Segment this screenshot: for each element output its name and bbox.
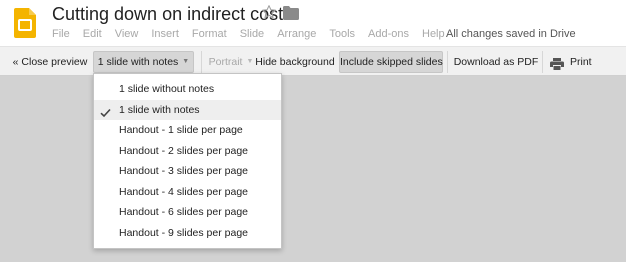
menu-option-label: Handout - 4 slides per page [119,185,248,198]
layout-dropdown-label: 1 slide with notes [97,56,179,68]
print-preview-toolbar: « Close preview 1 slide with notes ▼ Port… [0,46,626,76]
menu-tools[interactable]: Tools [329,27,355,41]
menu-option-handout-2[interactable]: Handout - 2 slides per page [94,141,281,162]
toolbar-divider [201,51,202,73]
menu-slide[interactable]: Slide [240,27,264,41]
orientation-dropdown-button[interactable]: Portrait ▼ [208,51,254,73]
close-preview-button[interactable]: « Close preview [10,51,90,73]
menu-add-ons[interactable]: Add-ons [368,27,409,41]
menu-option-label: Handout - 9 slides per page [119,226,248,239]
menu-option-label: Handout - 6 slides per page [119,206,248,218]
menu-option-handout-3[interactable]: Handout - 3 slides per page [94,161,281,182]
menu-option-label: 1 slide without notes [119,83,215,95]
download-pdf-button[interactable]: Download as PDF [453,51,539,73]
layout-dropdown-button[interactable]: 1 slide with notes ▼ [93,51,194,73]
document-title[interactable]: Cutting down on indirect costs [52,4,292,25]
menu-option-1-slide-with-notes[interactable]: 1 slide with notes [94,99,281,120]
menu-format[interactable]: Format [192,27,227,41]
menu-file[interactable]: File [52,27,70,41]
toolbar-divider [447,51,448,73]
menu-option-1-slide-without-notes[interactable]: 1 slide without notes [94,79,281,100]
printer-icon [550,56,564,70]
include-skipped-slides-button[interactable]: Include skipped slides [339,51,443,73]
header: Cutting down on indirect costs File Edit… [0,0,626,46]
print-button[interactable]: Print [545,51,593,73]
menu-option-handout-4[interactable]: Handout - 4 slides per page [94,182,281,203]
folder-icon[interactable] [283,6,299,20]
save-status[interactable]: All changes saved in Drive [446,27,576,41]
menu-option-label: 1 slide with notes [119,103,200,116]
menu-option-label: Handout - 2 slides per page [119,144,248,157]
menu-option-handout-9[interactable]: Handout - 9 slides per page [94,223,281,244]
chevron-down-icon: ▼ [246,58,254,66]
print-label: Print [570,56,592,68]
chevron-down-icon: ▼ [182,58,190,66]
hide-background-button[interactable]: Hide background [255,51,335,73]
menu-option-handout-6[interactable]: Handout - 6 slides per page [94,202,281,223]
menu-bar: File Edit View Insert Format Slide Arran… [52,27,458,41]
menu-arrange[interactable]: Arrange [277,27,316,41]
toolbar-divider [542,51,543,73]
menu-edit[interactable]: Edit [83,27,102,41]
menu-option-label: Handout - 1 slide per page [119,124,243,136]
layout-dropdown-menu: 1 slide without notes 1 slide with notes… [93,73,282,249]
checkmark-icon [100,105,111,117]
orientation-dropdown-label: Portrait [208,56,243,68]
menu-help[interactable]: Help [422,27,445,41]
menu-view[interactable]: View [115,27,139,41]
menu-option-label: Handout - 3 slides per page [119,165,248,177]
star-icon[interactable] [261,4,277,20]
menu-option-handout-1[interactable]: Handout - 1 slide per page [94,120,281,141]
google-slides-logo-icon[interactable] [14,8,36,38]
menu-insert[interactable]: Insert [151,27,179,41]
